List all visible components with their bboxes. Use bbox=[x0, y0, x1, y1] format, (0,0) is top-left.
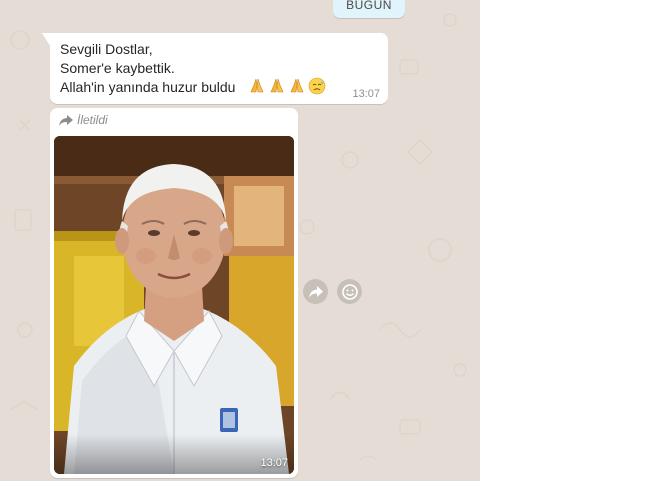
message-line: Sevgili Dostlar, bbox=[60, 41, 153, 57]
forward-icon bbox=[308, 285, 323, 298]
forwarded-text: İletildi bbox=[77, 113, 108, 127]
bubble-tail bbox=[42, 33, 50, 46]
message-line: Somer'e kaybettik. bbox=[60, 60, 175, 76]
image-message-bubble[interactable]: İletildi 13:07 bbox=[50, 108, 298, 478]
forwarded-label: İletildi bbox=[59, 113, 108, 127]
folded-hands-icon bbox=[270, 78, 284, 93]
message-time: 13:07 bbox=[352, 88, 380, 100]
forward-button[interactable] bbox=[303, 279, 328, 304]
message-bubble[interactable]: Sevgili Dostlar, Somer'e kaybettik. Alla… bbox=[42, 33, 388, 104]
folded-hands-icon bbox=[290, 78, 304, 93]
chat-pane: BUGÜN Sevgili Dostlar, Somer'e kaybettik… bbox=[0, 0, 480, 481]
emoji-reaction-button[interactable] bbox=[337, 279, 362, 304]
date-divider: BUGÜN bbox=[333, 0, 405, 18]
message-line: Allah'in yanında huzur buldu bbox=[60, 79, 236, 95]
portrait-image bbox=[54, 136, 294, 474]
folded-hands-icon bbox=[250, 78, 264, 93]
photo-shade bbox=[54, 434, 294, 474]
photo-time: 13:07 bbox=[260, 457, 288, 469]
forwarded-arrow-icon bbox=[59, 114, 73, 126]
sad-relieved-face-icon bbox=[308, 77, 326, 95]
photo[interactable]: 13:07 bbox=[54, 136, 294, 474]
empty-white-area bbox=[480, 0, 670, 481]
emoji-row bbox=[248, 77, 326, 95]
smiley-icon bbox=[341, 283, 358, 300]
